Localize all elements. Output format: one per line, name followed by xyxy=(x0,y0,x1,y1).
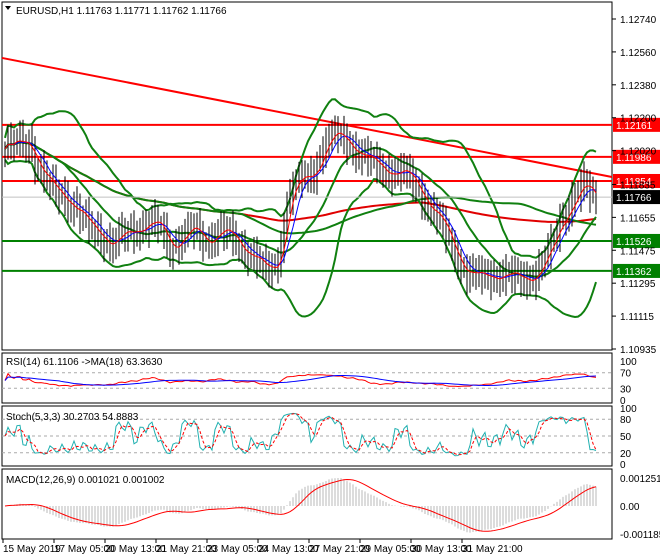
price-tick-label: 1.11295 xyxy=(620,279,656,290)
price-tick-label: 1.11475 xyxy=(620,246,656,257)
time-label: 15 May 2019 xyxy=(3,544,61,555)
level-label: 1.11362 xyxy=(616,267,652,278)
price-tick-label: 1.10935 xyxy=(620,345,657,356)
stoch-label: Stoch(5,3,3) 30.2703 54.8883 xyxy=(6,412,139,423)
chart-title: EURUSD,H1 1.11763 1.11771 1.11762 1.1176… xyxy=(16,6,227,17)
stoch-tick: 80 xyxy=(620,415,632,426)
macd-tick: 0.001251 xyxy=(620,474,660,485)
current-price-label: 1.11766 xyxy=(616,193,652,204)
macd-label: MACD(12,26,9) 0.001021 0.001002 xyxy=(6,475,165,486)
price-tick-label: 1.11835 xyxy=(620,180,656,191)
rsi-tick: 30 xyxy=(620,384,632,395)
price-tick-label: 1.12200 xyxy=(620,114,657,125)
price-tick-label: 1.12740 xyxy=(620,15,657,26)
time-label: 31 May 21:00 xyxy=(462,544,523,555)
price-tick-label: 1.11655 xyxy=(620,213,656,224)
main-panel xyxy=(1,1,613,351)
rsi-label: RSI(14) 61.1106 ->MA(18) 63.3630 xyxy=(6,357,163,368)
stoch-tick: 50 xyxy=(620,432,632,443)
price-tick-label: 1.12560 xyxy=(620,48,657,59)
chart-window[interactable]: 1.12161 1.11986 1.11854 1.11526 1.11362 1.127… xyxy=(0,0,660,560)
price-tick-label: 1.12380 xyxy=(620,81,657,92)
stoch-tick: 100 xyxy=(620,404,637,415)
chart-svg[interactable]: 1.121611.119861.118541.115261.113621.127… xyxy=(0,0,660,560)
stoch-tick: 20 xyxy=(620,449,632,460)
rsi-tick: 100 xyxy=(620,357,637,368)
macd-tick: -0.001185 xyxy=(620,530,660,541)
stoch-tick: 0 xyxy=(620,460,626,471)
rsi-tick: 70 xyxy=(620,369,632,380)
macd-tick: 0.00 xyxy=(620,502,640,513)
price-tick-label: 1.11115 xyxy=(620,312,654,323)
price-tick-label: 1.12020 xyxy=(620,147,657,158)
